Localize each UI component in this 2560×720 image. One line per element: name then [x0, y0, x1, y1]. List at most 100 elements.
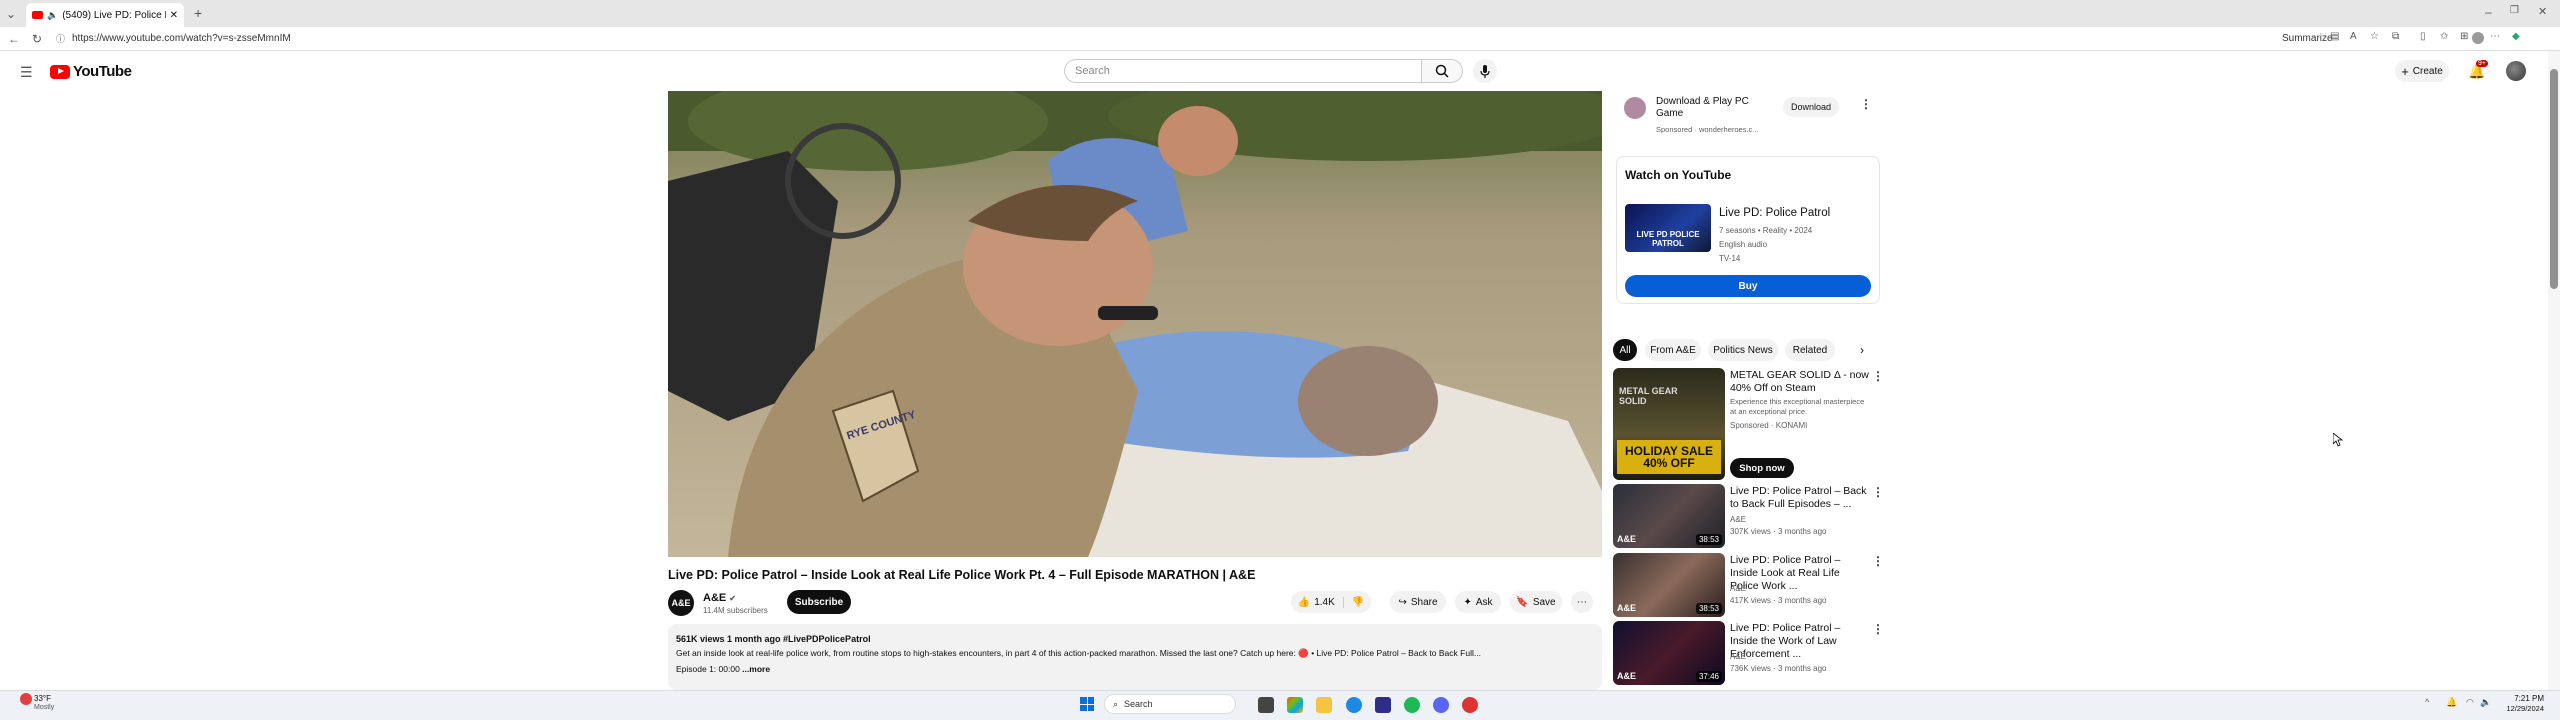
chip-related[interactable]: Related [1785, 339, 1835, 361]
sidebar-ad-thumbnail[interactable]: METAL GEAR SOLID HOLIDAY SALE 40% OFF [1613, 368, 1725, 480]
verified-icon: ✔ [729, 594, 736, 603]
create-button[interactable]: + Create [2395, 60, 2449, 82]
reader-icon[interactable]: ▤ [2330, 31, 2339, 42]
video-title: Live PD: Police Patrol – Inside Look at … [668, 568, 1256, 582]
clock-date[interactable]: 12/29/2024 [2496, 704, 2544, 713]
show-title[interactable]: Live PD: Police Patrol [1719, 207, 1830, 219]
back-icon[interactable]: ← [8, 32, 20, 46]
maximize-icon[interactable]: ❐ [2510, 5, 2519, 16]
sidebar-video-3-title: Live PD: Police Patrol – Inside the Work… [1730, 622, 1841, 660]
sidebar-video-2[interactable]: A&E 38:53 Live PD: Police Patrol – Insid… [1613, 553, 1884, 619]
minimize-icon[interactable]: – [2485, 5, 2492, 19]
share-label: Share [1410, 596, 1438, 608]
refresh-icon[interactable]: ↻ [32, 32, 42, 46]
discord-icon[interactable] [1433, 697, 1449, 713]
notification-center-icon[interactable]: 🔔 [2446, 697, 2457, 708]
edge-icon[interactable] [1346, 697, 1362, 713]
copilot-app-icon[interactable] [1287, 697, 1303, 713]
tab-list-icon[interactable]: ⌄ [6, 7, 16, 21]
search-input[interactable]: Search [1064, 59, 1422, 83]
save-button[interactable]: 🔖 Save [1510, 591, 1562, 613]
sidebar-video-3[interactable]: A&E 37:46 Live PD: Police Patrol – Insid… [1613, 621, 1884, 687]
ad-download-button[interactable]: Download [1783, 97, 1839, 117]
weather-icon[interactable] [20, 693, 32, 705]
store-icon[interactable] [1375, 697, 1391, 713]
read-aloud-icon[interactable]: A [2350, 31, 2357, 42]
plus-icon: + [2401, 63, 2409, 79]
menu-icon[interactable]: ☰ [20, 64, 33, 81]
profile-avatar[interactable] [2472, 32, 2484, 44]
close-tab-icon[interactable]: ✕ [170, 10, 178, 21]
description-box[interactable]: 561K views 1 month ago #LivePDPolicePatr… [668, 624, 1602, 690]
sidebar-video-1-more-icon[interactable]: ⋮ [1872, 485, 1884, 499]
youtube-logo[interactable]: YouTube [50, 63, 132, 80]
buy-button[interactable]: Buy [1625, 275, 1871, 297]
channel-avatar[interactable]: A&E [668, 590, 694, 616]
chip-politics-news[interactable]: Politics News [1708, 339, 1778, 361]
more-link[interactable]: ...more [742, 664, 770, 674]
notifications-button[interactable]: 🔔 9+ [2468, 60, 2488, 81]
search-icon [1435, 64, 1449, 78]
split-screen-icon[interactable]: ▯ [2420, 31, 2426, 42]
sidebar-ad-title[interactable]: METAL GEAR SOLID Δ - now 40% Off on Stea… [1730, 369, 1870, 395]
ad-more-icon[interactable]: ⋮ [1860, 97, 1872, 111]
favorite-star-icon[interactable]: ☆ [2370, 31, 2379, 42]
search-button[interactable] [1421, 59, 1463, 83]
volume-icon[interactable]: 🔈 [2480, 697, 2491, 708]
subscribe-button[interactable]: Subscribe [787, 590, 851, 614]
browser-tab-active[interactable]: 🔈 (5409) Live PD: Police Patrol – ✕ [26, 3, 184, 27]
taskbar-search-label: Search [1124, 699, 1153, 709]
clock-time[interactable]: 7:21 PM [2500, 694, 2544, 703]
show-hidden-icons[interactable]: ^ [2425, 697, 2429, 707]
sidebar-ad-more-icon[interactable]: ⋮ [1872, 369, 1884, 383]
account-avatar[interactable] [2506, 61, 2526, 81]
more-actions-button[interactable]: ⋯ [1571, 591, 1593, 613]
site-info-icon[interactable]: ⓘ [56, 32, 65, 45]
scrollbar-thumb[interactable] [2550, 69, 2558, 289]
channel-name[interactable]: A&E ✔ [703, 592, 736, 604]
sponsored-ad-card[interactable]: Download & Play PC Game Sponsored · wond… [1616, 91, 1880, 139]
summarize-button[interactable]: Summarize [2282, 33, 2333, 44]
dislike-button[interactable]: 👎 [1344, 597, 1364, 608]
chip-from-ae[interactable]: From A&E [1645, 339, 1701, 361]
chrome-icon[interactable] [1462, 697, 1478, 713]
sidebar-video-1[interactable]: A&E 38:53 Live PD: Police Patrol – Back … [1613, 484, 1884, 550]
copilot-icon[interactable]: ◆ [2512, 31, 2520, 42]
favorites-icon[interactable]: ✩ [2440, 31, 2448, 42]
new-tab-icon[interactable]: + [194, 5, 202, 21]
subscriber-count: 11.4M subscribers [703, 606, 768, 615]
sidebar-video-3-thumbnail: A&E 37:46 [1613, 621, 1725, 685]
like-button[interactable]: 👍 1.4K [1298, 596, 1344, 608]
sidebar-video-1-thumbnail: A&E 38:53 [1613, 484, 1725, 548]
audio-icon[interactable]: 🔈 [47, 10, 58, 21]
ask-button[interactable]: ✦ Ask [1455, 591, 1501, 613]
show-thumbnail[interactable]: LIVE PD POLICE PATROL [1625, 204, 1711, 252]
share-button[interactable]: ↪ Share [1390, 591, 1446, 613]
sidebar-video-3-more-icon[interactable]: ⋮ [1872, 622, 1884, 636]
collections-icon[interactable]: ⊞ [2460, 31, 2468, 42]
sidebar-video-2-more-icon[interactable]: ⋮ [1872, 554, 1884, 568]
episode-timestamp[interactable]: Episode 1: 00:00 [676, 664, 742, 674]
more-options-icon[interactable]: ⋯ [2490, 31, 2500, 42]
show-meta-1: 7 seasons • Reality • 2024 [1719, 226, 1813, 235]
url-field[interactable]: https://www.youtube.com/watch?v=s-zsseMm… [72, 33, 291, 44]
chip-all[interactable]: All [1613, 339, 1637, 361]
weather-desc: Mostly [34, 704, 55, 711]
extensions-icon[interactable]: ⧉ [2392, 31, 2399, 42]
description-episode-line: Episode 1: 00:00 ...more [676, 664, 770, 674]
chips-next-icon[interactable]: › [1860, 343, 1864, 357]
ad-sponsor: Sponsored · wonderheroes.c... [1656, 125, 1759, 134]
shop-now-button[interactable]: Shop now [1730, 458, 1794, 478]
wifi-icon[interactable]: ◠ [2466, 697, 2474, 708]
bookmark-icon: 🔖 [1516, 596, 1529, 608]
taskbar-search[interactable]: ⌕ Search [1104, 694, 1236, 714]
close-window-icon[interactable]: ✕ [2538, 5, 2547, 18]
task-view-icon[interactable] [1258, 697, 1274, 713]
taskbar-search-icon: ⌕ [1113, 698, 1119, 709]
voice-search-button[interactable] [1473, 59, 1497, 83]
page-scrollbar[interactable] [2548, 51, 2560, 690]
windows-start-icon[interactable] [1080, 697, 1094, 711]
spotify-icon[interactable] [1404, 697, 1420, 713]
file-explorer-icon[interactable] [1316, 697, 1332, 713]
video-player[interactable]: RYE COUNTY [668, 91, 1602, 557]
